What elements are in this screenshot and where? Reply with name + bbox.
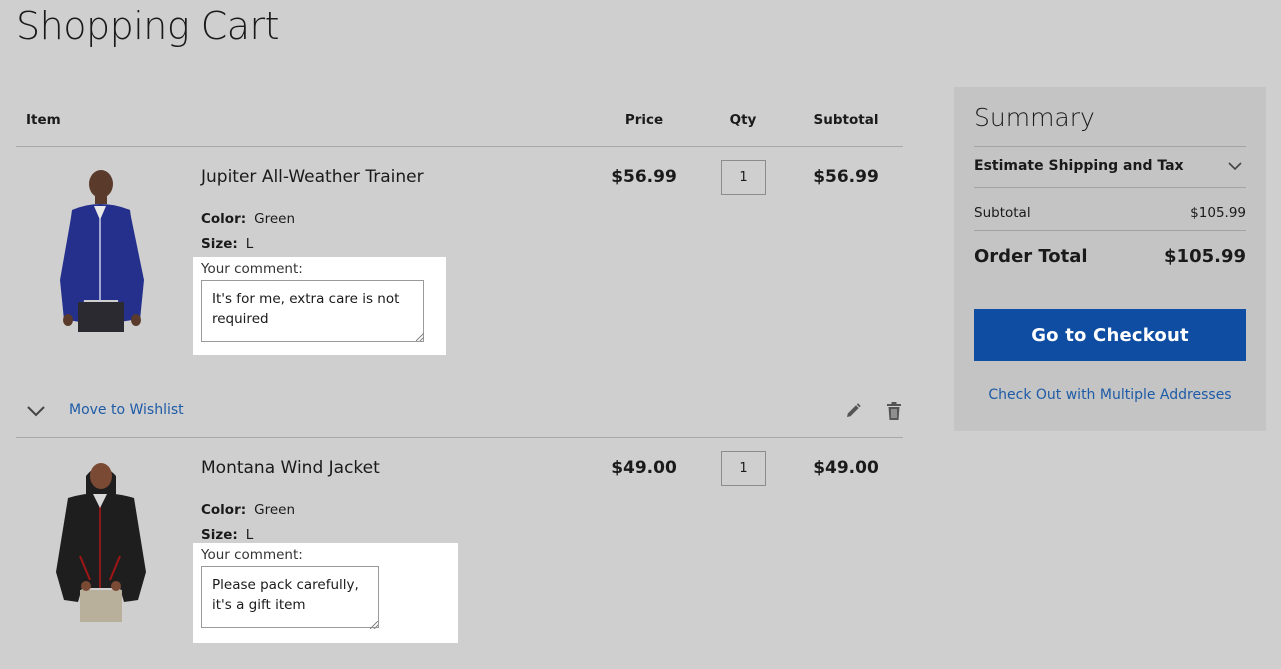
- summary-divider: [974, 187, 1246, 188]
- summary-title: Summary: [974, 103, 1095, 132]
- column-header-subtotal: Subtotal: [813, 112, 879, 128]
- item-actions-row: Move to Wishlist: [16, 398, 903, 424]
- comment-panel: Your comment: Please pack carefully, it'…: [193, 543, 458, 643]
- order-summary-panel: Summary Estimate Shipping and Tax Subtot…: [954, 87, 1266, 431]
- summary-divider: [974, 230, 1246, 231]
- go-to-checkout-button[interactable]: Go to Checkout: [974, 309, 1246, 361]
- comment-textarea[interactable]: Please pack carefully, it's a gift item: [201, 566, 379, 628]
- option-label: Size:: [201, 236, 238, 252]
- subtotal-value: $105.99: [1190, 205, 1246, 221]
- product-name-link[interactable]: Jupiter All-Weather Trainer: [201, 167, 424, 187]
- comment-label: Your comment:: [201, 261, 303, 277]
- item-subtotal: $49.00: [813, 458, 879, 478]
- shopping-cart-page: Shopping Cart Item Price Qty Subtotal Ju…: [0, 0, 1281, 669]
- page-title: Shopping Cart: [16, 4, 280, 48]
- product-size-option: Size: L: [201, 236, 253, 252]
- pencil-edit-icon[interactable]: [844, 402, 862, 420]
- header-divider: [16, 146, 903, 147]
- order-total-label: Order Total: [974, 246, 1088, 267]
- multiple-addresses-link[interactable]: Check Out with Multiple Addresses: [974, 387, 1246, 403]
- trash-delete-icon[interactable]: [886, 401, 902, 421]
- column-header-price: Price: [624, 112, 664, 128]
- chevron-down-icon: [1228, 162, 1242, 171]
- comment-panel: Your comment: It's for me, extra care is…: [193, 257, 446, 355]
- option-label: Color:: [201, 211, 247, 227]
- option-value: Green: [254, 502, 296, 518]
- qty-input[interactable]: 1: [721, 160, 766, 195]
- product-image-montana-jacket[interactable]: [50, 460, 150, 622]
- option-value: L: [245, 527, 254, 543]
- resize-handle-icon[interactable]: [370, 621, 378, 629]
- resize-handle-icon[interactable]: [416, 333, 424, 341]
- column-header-item: Item: [26, 112, 61, 128]
- subtotal-label: Subtotal: [974, 205, 1031, 221]
- estimate-shipping-label: Estimate Shipping and Tax: [974, 158, 1184, 174]
- summary-divider: [974, 146, 1246, 147]
- product-color-option: Color: Green: [201, 211, 295, 227]
- option-label: Color:: [201, 502, 247, 518]
- order-total-value: $105.99: [1164, 246, 1246, 267]
- product-color-option: Color: Green: [201, 502, 295, 518]
- option-value: L: [245, 236, 254, 252]
- product-name-link[interactable]: Montana Wind Jacket: [201, 458, 380, 478]
- comment-label: Your comment:: [201, 547, 303, 563]
- item-price: $56.99: [611, 167, 677, 187]
- column-header-qty: Qty: [729, 112, 757, 128]
- item-subtotal: $56.99: [813, 167, 879, 187]
- product-size-option: Size: L: [201, 527, 253, 543]
- item-price: $49.00: [611, 458, 677, 478]
- estimate-shipping-toggle[interactable]: Estimate Shipping and Tax: [974, 158, 1246, 174]
- option-label: Size:: [201, 527, 238, 543]
- move-to-wishlist-link[interactable]: Move to Wishlist: [69, 402, 184, 418]
- qty-input[interactable]: 1: [721, 451, 766, 486]
- chevron-down-icon[interactable]: [26, 403, 46, 419]
- product-image-jupiter-trainer[interactable]: [50, 170, 150, 332]
- item-divider: [16, 437, 903, 438]
- option-value: Green: [254, 211, 296, 227]
- comment-textarea[interactable]: It's for me, extra care is not required: [201, 280, 424, 342]
